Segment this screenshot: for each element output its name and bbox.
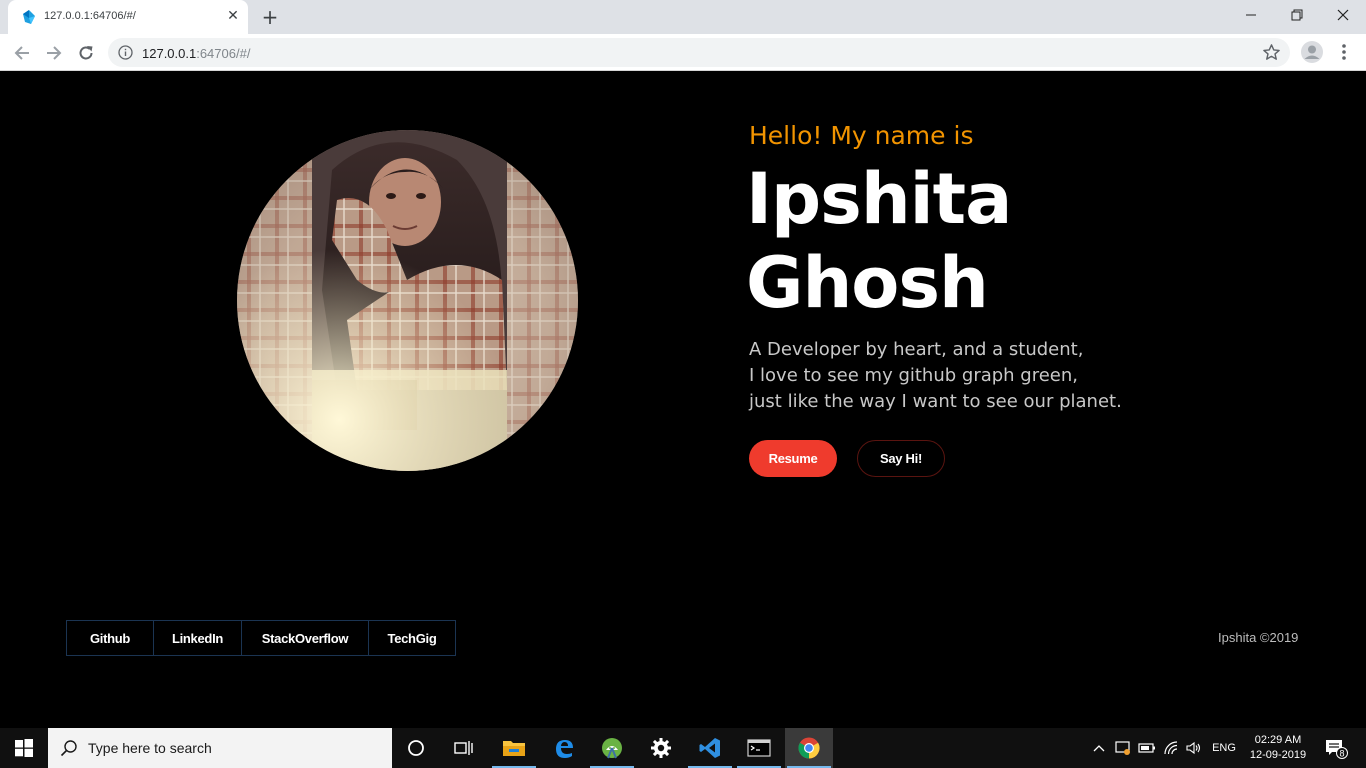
input-language[interactable]: ENG xyxy=(1208,728,1240,768)
tray-app-button[interactable] xyxy=(1112,728,1134,768)
forward-arrow-icon xyxy=(47,46,62,60)
profile-avatar-icon[interactable] xyxy=(1300,40,1324,64)
info-icon[interactable] xyxy=(118,45,133,60)
chevron-up-icon xyxy=(1093,745,1105,752)
folder-icon xyxy=(503,741,525,756)
restore-button[interactable] xyxy=(1274,0,1320,30)
taskbar: Type here to search ENG 02:29 AM 12-09-2… xyxy=(0,728,1366,768)
action-center-button[interactable]: 8 xyxy=(1316,728,1356,768)
vscode-icon xyxy=(699,738,720,758)
speaker-icon xyxy=(1186,741,1201,755)
close-icon xyxy=(1337,9,1349,21)
url-path: :64706/#/ xyxy=(196,46,251,61)
tab-strip: 127.0.0.1:64706/#/ ✕ + xyxy=(0,0,1366,34)
chrome-icon xyxy=(798,737,820,759)
tab-title: 127.0.0.1:64706/#/ xyxy=(44,10,136,22)
start-button[interactable] xyxy=(0,728,48,768)
taskbar-search-box[interactable]: Type here to search xyxy=(48,728,392,768)
gear-icon xyxy=(651,738,671,758)
bio-line: just like the way I want to see our plan… xyxy=(749,391,1122,412)
browser-tab[interactable]: 127.0.0.1:64706/#/ ✕ xyxy=(8,0,248,34)
notification-count: 8 xyxy=(1339,749,1344,759)
cortana-button[interactable] xyxy=(392,728,440,768)
task-view-icon xyxy=(454,741,473,755)
notification-icon: 8 xyxy=(1326,740,1348,759)
copyright-text: Ipshita ©2019 xyxy=(1218,630,1299,645)
terminal-icon xyxy=(747,739,771,757)
minimize-icon xyxy=(1246,14,1256,16)
reload-icon xyxy=(79,46,93,60)
close-window-button[interactable] xyxy=(1320,0,1366,30)
search-placeholder: Type here to search xyxy=(88,740,212,756)
back-arrow-icon xyxy=(14,46,29,60)
search-icon xyxy=(60,740,77,757)
back-button[interactable] xyxy=(10,41,34,65)
social-links: Github LinkedIn StackOverflow TechGig xyxy=(66,620,456,656)
bio-line: I love to see my github graph green, xyxy=(749,365,1079,386)
forward-button[interactable] xyxy=(42,41,66,65)
github-link[interactable]: Github xyxy=(66,620,154,656)
url-text: 127.0.0.1:64706/#/ xyxy=(142,46,250,61)
first-name-heading: Ipshita xyxy=(746,158,1012,240)
say-hi-button[interactable]: Say Hi! xyxy=(857,440,945,477)
linkedin-link[interactable]: LinkedIn xyxy=(153,620,242,656)
chrome-button[interactable] xyxy=(785,728,833,768)
greeting-text: Hello! My name is xyxy=(749,121,974,150)
browser-toolbar: 127.0.0.1:64706/#/ xyxy=(0,34,1366,71)
wifi-button[interactable] xyxy=(1160,728,1182,768)
bookmark-star-icon[interactable] xyxy=(1262,43,1281,62)
profile-photo xyxy=(237,130,578,471)
terminal-button[interactable] xyxy=(735,728,783,768)
bio-text: A Developer by heart, and a student, I l… xyxy=(749,337,1169,415)
android-studio-icon xyxy=(602,738,622,759)
edge-button[interactable] xyxy=(540,728,588,768)
browser-menu-icon[interactable] xyxy=(1336,42,1352,62)
tab-close-icon[interactable]: ✕ xyxy=(225,8,241,24)
vscode-button[interactable] xyxy=(686,728,734,768)
resume-button[interactable]: Resume xyxy=(749,440,837,477)
battery-button[interactable] xyxy=(1136,728,1158,768)
minimize-button[interactable] xyxy=(1228,0,1274,30)
bio-line: A Developer by heart, and a student, xyxy=(749,339,1084,360)
cortana-circle-icon xyxy=(408,740,424,756)
clock-date: 12-09-2019 xyxy=(1249,749,1307,761)
profile-photo-image xyxy=(237,130,578,471)
battery-icon xyxy=(1138,743,1155,753)
wifi-icon xyxy=(1164,741,1178,755)
restore-icon xyxy=(1291,9,1303,21)
windows-logo-icon xyxy=(15,739,33,757)
stackoverflow-link[interactable]: StackOverflow xyxy=(241,620,369,656)
android-studio-button[interactable] xyxy=(588,728,636,768)
settings-button[interactable] xyxy=(637,728,685,768)
last-name-heading: Ghosh xyxy=(746,242,989,324)
url-host: 127.0.0.1 xyxy=(142,46,197,61)
techgig-link[interactable]: TechGig xyxy=(368,620,456,656)
reload-button[interactable] xyxy=(74,41,98,65)
task-view-button[interactable] xyxy=(440,728,488,768)
volume-button[interactable] xyxy=(1183,728,1205,768)
portfolio-page: Hello! My name is Ipshita Ghosh A Develo… xyxy=(0,71,1366,728)
address-bar[interactable]: 127.0.0.1:64706/#/ xyxy=(108,38,1290,67)
file-explorer-button[interactable] xyxy=(490,728,538,768)
clock[interactable]: 02:29 AM 12-09-2019 xyxy=(1244,728,1312,768)
edge-browser-icon xyxy=(556,740,573,758)
clock-time: 02:29 AM xyxy=(1254,734,1302,746)
dart-favicon-icon xyxy=(23,10,35,24)
tray-app-icon xyxy=(1115,741,1130,755)
show-hidden-icons-button[interactable] xyxy=(1088,728,1110,768)
new-tab-icon[interactable]: + xyxy=(259,6,281,28)
